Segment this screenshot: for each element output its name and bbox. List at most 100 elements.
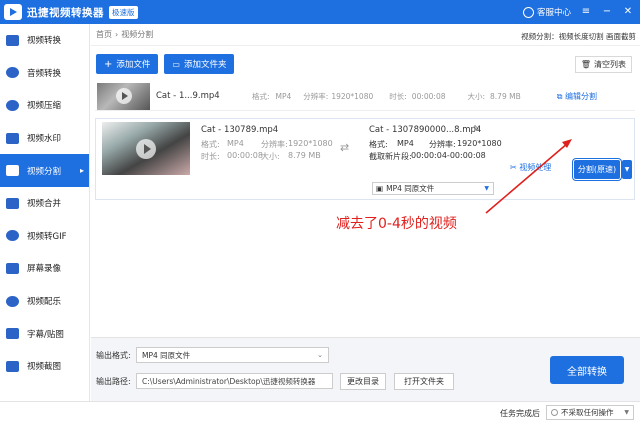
source-resolution-value: 1920*1080: [331, 91, 374, 101]
input-resolution-value: 1920*1080: [288, 139, 333, 148]
after-task-label: 任务完成后: [500, 409, 540, 418]
source-format-value: MP4: [275, 91, 292, 101]
app-logo-icon: [4, 4, 22, 20]
breadcrumb-separator: ›: [115, 30, 119, 39]
sidebar-item-label: 视频水印: [27, 134, 62, 145]
breadcrumb-home[interactable]: 首页: [96, 29, 112, 40]
input-size-value: 8.79 MB: [288, 151, 321, 160]
menu-icon[interactable]: ≡: [580, 7, 592, 17]
output-settings-panel: 输出格式: MP4 同原文件 ⌄ 输出路径: C:\Users\Administ…: [91, 337, 640, 401]
header-note: 视频分割：视频长度切割 画面截剪: [521, 32, 636, 41]
output-path-label: 输出路径:: [96, 377, 131, 386]
sidebar-item-video-convert[interactable]: 视频转换: [0, 24, 89, 57]
customer-service-link[interactable]: 客服中心: [522, 6, 571, 18]
headset-icon: [522, 7, 534, 18]
sidebar-item-label: 字幕/贴图: [27, 329, 64, 340]
rename-pencil-icon[interactable]: ✎: [473, 124, 480, 133]
subtitle-icon: [6, 328, 19, 340]
edit-split-icon: ⧉: [556, 91, 565, 101]
screenshot-icon: [6, 360, 19, 372]
minimize-icon[interactable]: −: [601, 7, 613, 17]
input-format-label: 格式:: [201, 140, 220, 149]
toolbar: + 添加文件 ▭ 添加文件夹: [96, 54, 235, 74]
edit-split-button[interactable]: ⧉ 编辑分割: [557, 91, 597, 102]
split-button[interactable]: 分割(原速): [573, 159, 621, 180]
sidebar-item-label: 视频配乐: [27, 297, 62, 308]
source-thumbnail[interactable]: [97, 82, 150, 110]
sidebar-item-label: 视频合并: [27, 199, 62, 210]
folder-icon: ▭: [172, 59, 180, 69]
output-format-select-value: MP4 同原文件: [386, 184, 435, 193]
sidebar: 视频转换 音频转换 视频压缩 视频水印 视频分割 视频合并 视频转GIF 屏幕录…: [0, 24, 90, 401]
edit-split-label: 编辑分割: [564, 91, 597, 101]
close-icon[interactable]: ✕: [622, 7, 634, 17]
add-file-button[interactable]: + 添加文件: [96, 54, 159, 74]
compress-icon: [6, 99, 19, 111]
clip-range-label: 截取新片段:: [369, 152, 412, 161]
chevron-down-icon: ▼: [484, 185, 489, 192]
chevron-down-icon: ⌄: [317, 351, 323, 359]
video-process-label: 视频处理: [519, 163, 552, 172]
output-format-dropdown[interactable]: MP4 同原文件 ⌄: [136, 347, 329, 363]
output-resolution-value: 1920*1080: [457, 139, 502, 148]
play-icon[interactable]: [115, 88, 132, 104]
split-icon: [6, 165, 19, 177]
sidebar-item-label: 视频分割: [27, 166, 62, 177]
convert-all-button[interactable]: 全部转换: [550, 356, 624, 384]
sidebar-item-audio-convert[interactable]: 音频转换: [0, 57, 89, 90]
radio-icon: [551, 409, 558, 416]
video-convert-icon: [6, 34, 19, 46]
add-folder-button[interactable]: ▭ 添加文件夹: [164, 54, 235, 74]
sidebar-item-label: 视频转换: [27, 36, 62, 47]
video-process-button[interactable]: ✂ 视频处理: [510, 162, 551, 173]
sidebar-item-watermark[interactable]: 视频水印: [0, 122, 89, 155]
source-size-label: 大小:: [467, 91, 486, 101]
trash-icon: 🗑: [580, 60, 591, 69]
clip-range-value: 00:00:04-00:00:08: [411, 151, 486, 160]
add-folder-label: 添加文件夹: [183, 60, 227, 70]
sidebar-item-screenshot[interactable]: 视频截图: [0, 350, 89, 383]
open-folder-button[interactable]: 打开文件夹: [394, 373, 454, 390]
source-file-row: Cat - 1...9.mp4 格式: MP4 分辨率: 1920*1080 时…: [95, 82, 635, 111]
play-icon[interactable]: [136, 138, 156, 159]
music-icon: [6, 295, 19, 307]
segment-thumbnail[interactable]: [102, 122, 190, 175]
input-size-label: 大小:: [261, 152, 280, 161]
sidebar-item-split[interactable]: 视频分割: [0, 154, 89, 187]
chevron-down-icon: ▼: [624, 166, 630, 173]
record-icon: [6, 262, 19, 274]
output-filename: Cat - 1307890000...8.mp4: [369, 125, 482, 135]
sidebar-item-gif[interactable]: 视频转GIF: [0, 220, 89, 253]
sidebar-item-label: 视频转GIF: [27, 231, 67, 242]
output-format-select[interactable]: ▣ MP4 同原文件 ▼: [372, 182, 494, 195]
segment-row: Cat - 130789.mp4 格式: MP4 分辨率: 1920*1080 …: [95, 118, 635, 200]
source-duration-value: 00:00:08: [411, 91, 446, 101]
sidebar-item-record[interactable]: 屏幕录像: [0, 252, 89, 285]
sidebar-item-compress[interactable]: 视频压缩: [0, 89, 89, 122]
source-duration-label: 时长:: [389, 91, 407, 101]
audio-convert-icon: [6, 67, 19, 79]
breadcrumb-current: 视频分割: [121, 30, 154, 39]
gif-icon: [6, 230, 19, 242]
source-format-label: 格式:: [252, 91, 270, 101]
output-path-field[interactable]: C:\Users\Administrator\Desktop\迅捷视频转换器: [136, 373, 333, 389]
output-format-label: 格式:: [369, 140, 388, 149]
input-resolution-label: 分辨率:: [261, 140, 288, 149]
source-filename: Cat - 1...9.mp4: [156, 91, 220, 101]
change-directory-button[interactable]: 更改目录: [340, 373, 386, 390]
sidebar-item-label: 视频压缩: [27, 101, 62, 112]
annotation-text: 减去了0-4秒的视频: [336, 216, 457, 232]
output-format-value: MP4: [397, 139, 414, 148]
add-file-label: 添加文件: [116, 60, 151, 70]
clear-list-button[interactable]: 🗑 清空列表: [574, 56, 632, 73]
sidebar-item-subtitle[interactable]: 字幕/贴图: [0, 317, 89, 350]
sidebar-item-music[interactable]: 视频配乐: [0, 285, 89, 318]
app-title: 迅捷视频转换器: [27, 6, 104, 19]
film-icon: ▣: [376, 184, 384, 193]
after-task-select[interactable]: 不采取任何操作 ▼: [546, 405, 634, 420]
sidebar-item-merge[interactable]: 视频合并: [0, 187, 89, 220]
scissors-icon: ✂: [510, 163, 520, 172]
split-dropdown-button[interactable]: ▼: [622, 160, 632, 179]
output-format-dropdown-value: MP4 同原文件: [142, 350, 191, 360]
clear-list-label: 清空列表: [594, 60, 626, 69]
